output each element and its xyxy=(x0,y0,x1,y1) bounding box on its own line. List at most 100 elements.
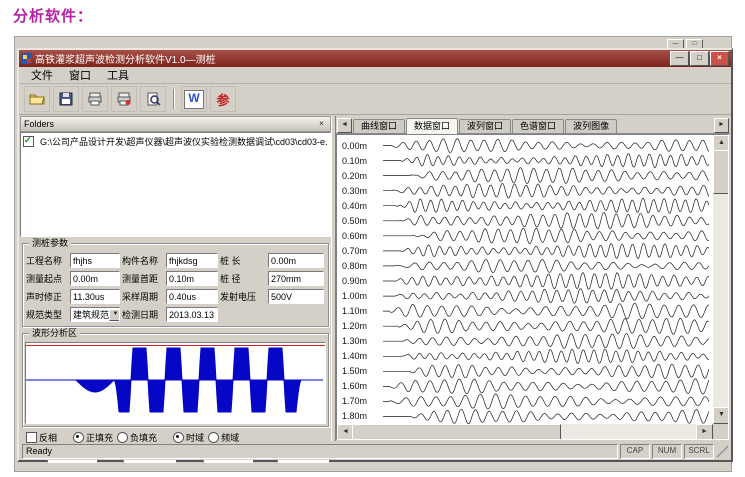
open-button[interactable] xyxy=(24,86,50,112)
waveform-trace xyxy=(383,154,709,168)
depth-label: 1.00m xyxy=(342,291,367,301)
depth-label: 0.80m xyxy=(342,261,367,271)
menu-file[interactable]: 文件 xyxy=(23,66,61,84)
depth-label: 0.40m xyxy=(342,201,367,211)
menu-window[interactable]: 窗口 xyxy=(61,66,99,84)
tab-item[interactable]: 曲线窗口 xyxy=(353,119,405,133)
param-value-text: 0.00m xyxy=(271,256,296,266)
param-label: 检测日期 xyxy=(122,308,164,321)
horizontal-scrollbar[interactable]: ◄ ► xyxy=(337,424,713,439)
depth-label: 1.80m xyxy=(342,411,367,421)
save-button[interactable] xyxy=(53,86,79,112)
waveform-trace xyxy=(383,259,709,272)
depth-label: 0.10m xyxy=(342,156,367,166)
scroll-right-button[interactable]: ► xyxy=(696,424,713,440)
resize-grip[interactable] xyxy=(716,445,728,457)
chevron-left-icon: ◄ xyxy=(341,121,348,128)
print-preview-button[interactable] xyxy=(140,86,166,112)
printer-icon xyxy=(87,91,103,107)
maximize-icon: □ xyxy=(693,41,697,47)
folders-title: Folders xyxy=(24,119,54,129)
waveform-trace xyxy=(383,334,709,349)
vertical-scroll-thumb[interactable] xyxy=(713,150,729,194)
checkbox-icon xyxy=(26,432,37,443)
print-setup-button[interactable] xyxy=(111,86,137,112)
close-button[interactable]: × xyxy=(710,51,729,66)
status-indicators: CAPNUMSCRL xyxy=(620,444,714,459)
main-area: Folders × G:\公司产品设计开发\超声仪器\超声波仪实验检测数据调试\… xyxy=(19,115,731,442)
param-value[interactable]: fhjhs xyxy=(70,253,120,268)
left-panel: Folders × G:\公司产品设计开发\超声仪器\超声波仪实验检测数据调试\… xyxy=(20,116,331,441)
param-value[interactable]: 11.30us xyxy=(70,289,120,304)
tab-item[interactable]: 数据窗口 xyxy=(406,118,458,134)
folder-path: G:\公司产品设计开发\超声仪器\超声波仪实验检测数据调试\cd03\cd03-… xyxy=(40,135,328,148)
window-title: 高铁灌浆超声波检测分析软件V1.0—测桩 xyxy=(35,51,667,66)
statusbar: Ready CAPNUMSCRL xyxy=(19,442,731,460)
folder-open-icon xyxy=(29,91,45,107)
param-value[interactable]: fhjkdsg xyxy=(166,253,218,268)
param-label: 桩 径 xyxy=(220,272,266,285)
folders-list[interactable]: G:\公司产品设计开发\超声仪器\超声波仪实验检测数据调试\cd03\cd03-… xyxy=(20,132,331,237)
marker-line xyxy=(26,345,325,346)
status-message: Ready xyxy=(22,444,618,459)
param-value-text: 11.30us xyxy=(73,292,104,302)
waveform-trace xyxy=(383,168,709,184)
maximize-button[interactable]: □ xyxy=(690,51,709,66)
tab-item[interactable]: 色谱窗口 xyxy=(512,119,564,133)
waveform-trace xyxy=(383,364,709,379)
waveform-trace xyxy=(383,379,709,394)
word-report-button[interactable]: W xyxy=(181,86,207,112)
param-value[interactable]: 0.40us xyxy=(166,289,218,304)
param-value[interactable]: 0.00m xyxy=(70,271,120,286)
waveform-trace xyxy=(383,318,709,334)
param-label: 构件名称 xyxy=(122,254,164,267)
param-value[interactable]: 0.00m xyxy=(268,253,324,268)
tab-scroll-left-button[interactable]: ◄ xyxy=(337,118,352,133)
arrow-left-icon: ◄ xyxy=(342,428,349,435)
depth-label-column: 0.00m0.10m0.20m0.30m0.40m0.50m0.60m0.70m… xyxy=(340,138,382,420)
params-button[interactable]: 参 xyxy=(210,86,236,112)
depth-label: 1.20m xyxy=(342,321,367,331)
vertical-scrollbar[interactable]: ▲ ▼ xyxy=(713,135,728,424)
tab-strip: 曲线窗口数据窗口波列窗口色谱窗口波列图像 xyxy=(353,118,617,133)
tab-item[interactable]: 波列窗口 xyxy=(459,119,511,133)
param-value-text: fhjkdsg xyxy=(169,256,198,266)
menubar: 文件 窗口 工具 xyxy=(19,67,731,84)
param-value[interactable]: 0.10m xyxy=(166,271,218,286)
param-label: 规范类型 xyxy=(26,308,68,321)
window-controls: — □ × xyxy=(670,51,729,66)
param-value[interactable]: 2013.03.13 xyxy=(166,307,218,322)
menu-tools[interactable]: 工具 xyxy=(99,66,137,84)
print-button[interactable] xyxy=(82,86,108,112)
tab-item[interactable]: 波列图像 xyxy=(565,119,617,133)
folder-checkbox[interactable] xyxy=(23,136,34,147)
folders-header: Folders × xyxy=(20,116,331,132)
horizontal-scroll-thumb[interactable] xyxy=(352,424,561,440)
toolbar: W 参 xyxy=(19,84,731,115)
tab-scroll-right-button[interactable]: ► xyxy=(714,118,729,133)
param-label: 工程名称 xyxy=(26,254,68,267)
param-value[interactable]: 建筑规范▼ xyxy=(70,307,120,322)
depth-label: 0.50m xyxy=(342,216,367,226)
dropdown-arrow-icon[interactable]: ▼ xyxy=(109,309,120,321)
status-indicator: CAP xyxy=(620,444,650,459)
maximize-icon: □ xyxy=(697,53,702,62)
param-value-text: 270mm xyxy=(271,274,301,284)
param-value-text: 0.10m xyxy=(169,274,194,284)
param-label: 采样周期 xyxy=(122,290,164,303)
param-value[interactable]: 270mm xyxy=(268,271,324,286)
depth-label: 1.50m xyxy=(342,366,367,376)
depth-label: 0.30m xyxy=(342,186,367,196)
folders-close-button[interactable]: × xyxy=(316,119,327,130)
titlebar[interactable]: 高铁灌浆超声波检测分析软件V1.0—测桩 — □ × xyxy=(19,50,731,67)
param-value[interactable]: 500V xyxy=(268,289,324,304)
scroll-down-button[interactable]: ▼ xyxy=(713,407,729,424)
folder-item[interactable]: G:\公司产品设计开发\超声仪器\超声波仪实验检测数据调试\cd03\cd03-… xyxy=(23,135,328,148)
waveform-trace xyxy=(383,273,709,290)
waveform-trace xyxy=(383,394,709,409)
waveform-trace xyxy=(383,139,709,153)
params-group-title: 测桩参数 xyxy=(29,238,71,249)
minimize-button[interactable]: — xyxy=(670,51,689,66)
page-heading: 分析软件： xyxy=(13,5,93,26)
close-icon: × xyxy=(319,119,324,128)
